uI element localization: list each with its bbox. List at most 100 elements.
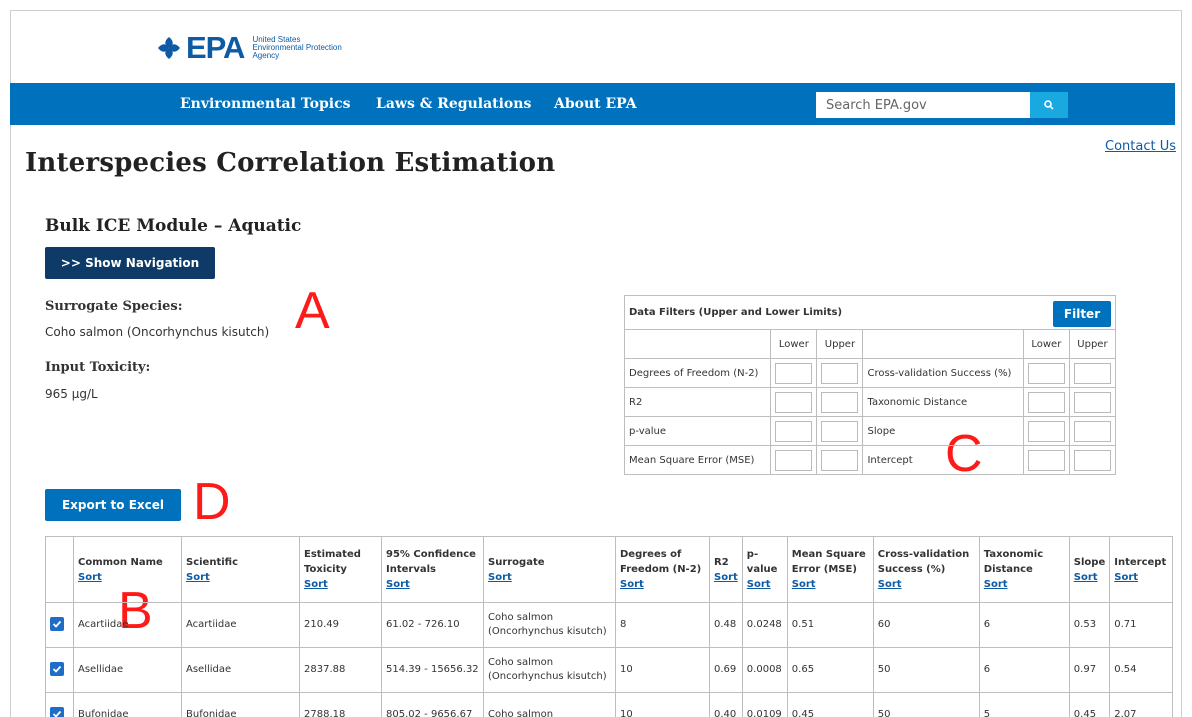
- surrogate-species-value: Coho salmon (Oncorhynchus kisutch): [45, 325, 270, 339]
- table-cell: 2.07: [1109, 692, 1173, 717]
- sort-link[interactable]: Sort: [747, 577, 783, 592]
- checkmark-icon: [52, 620, 62, 628]
- upper-header: Upper: [816, 329, 864, 359]
- taxonomic-lower-input[interactable]: [1027, 391, 1065, 413]
- table-cell: 0.45: [786, 692, 874, 717]
- table-cell: Acartiidae: [73, 602, 182, 648]
- filter-label-cv: Cross-validation Success (%): [862, 358, 1024, 388]
- table-cell: 6: [978, 602, 1070, 648]
- r2-lower-input[interactable]: [775, 391, 813, 413]
- search-button[interactable]: [1030, 92, 1068, 118]
- col-header: Mean Square Error (MSE) Sort: [786, 536, 874, 603]
- table-cell: 0.97: [1068, 647, 1111, 693]
- nav-about-epa[interactable]: About EPA: [554, 96, 637, 112]
- epa-logo[interactable]: EPA United States Environmental Protecti…: [156, 32, 342, 63]
- table-cell: 0.45: [1068, 692, 1111, 717]
- col-header: p-value Sort: [741, 536, 788, 603]
- table-cell: Coho salmon (Oncorhynchus kisutch): [483, 602, 616, 648]
- table-cell: 210.49: [299, 602, 382, 648]
- table-cell: 6: [978, 647, 1070, 693]
- row-select-cell: [45, 692, 74, 717]
- filter-button[interactable]: Filter: [1053, 301, 1111, 327]
- table-row: Asellidae Asellidae 2837.88 514.39 - 156…: [45, 647, 1173, 693]
- table-cell: 0.51: [786, 602, 874, 648]
- table-cell: 0.53: [1068, 602, 1111, 648]
- input-toxicity-label: Input Toxicity:: [45, 360, 151, 375]
- col-label: Slope: [1073, 556, 1106, 568]
- data-filters-table: Data Filters (Upper and Lower Limits) Fi…: [623, 295, 1117, 475]
- sort-link[interactable]: Sort: [488, 570, 611, 585]
- mse-upper-input[interactable]: [821, 449, 859, 471]
- filter-label-intercept: Intercept: [862, 445, 1024, 475]
- sort-link[interactable]: Sort: [792, 577, 869, 592]
- col-header: Cross-validation Success (%) Sort: [872, 536, 980, 603]
- col-label: 95% Confidence Intervals: [386, 549, 476, 575]
- nav-laws-regulations[interactable]: Laws & Regulations: [376, 96, 531, 112]
- slope-lower-input[interactable]: [1027, 420, 1065, 442]
- results-header-row: Common Name Sort Scientific Sort Estimated…: [45, 536, 1173, 603]
- sort-link[interactable]: Sort: [1114, 570, 1168, 585]
- filter-label-df: Degrees of Freedom (N-2): [623, 358, 772, 388]
- intercept-lower-input[interactable]: [1027, 449, 1065, 471]
- show-navigation-button[interactable]: >> Show Navigation: [45, 247, 215, 279]
- filters-blank-cell: [623, 329, 772, 359]
- table-cell: 0.54: [1109, 647, 1173, 693]
- sort-link[interactable]: Sort: [186, 570, 295, 585]
- col-label: Surrogate: [488, 556, 545, 568]
- cv-lower-input[interactable]: [1027, 362, 1065, 384]
- sort-link[interactable]: Sort: [620, 577, 705, 592]
- col-label: Taxonomic Distance: [983, 549, 1044, 575]
- logo-sub-line: Agency: [252, 51, 280, 60]
- table-cell: Asellidae: [73, 647, 182, 693]
- upper-header: Upper: [1068, 329, 1117, 359]
- slope-upper-input[interactable]: [1073, 420, 1111, 442]
- col-header: Taxonomic Distance Sort: [978, 536, 1070, 603]
- taxonomic-upper-input[interactable]: [1073, 391, 1111, 413]
- sort-link[interactable]: Sort: [78, 570, 177, 585]
- table-cell: 10: [615, 647, 710, 693]
- mse-lower-input[interactable]: [775, 449, 813, 471]
- table-cell: 61.02 - 726.10: [381, 602, 484, 648]
- contact-us-link[interactable]: Contact Us: [1105, 139, 1176, 154]
- col-label: Intercept: [1114, 556, 1167, 568]
- col-header: Intercept Sort: [1109, 536, 1173, 603]
- sort-link[interactable]: Sort: [304, 577, 377, 592]
- filter-label-taxonomic: Taxonomic Distance: [862, 387, 1024, 417]
- row-checkbox[interactable]: [50, 661, 64, 676]
- row-checkbox[interactable]: [50, 706, 64, 717]
- row-checkbox[interactable]: [50, 616, 64, 631]
- search-input[interactable]: Search EPA.gov: [816, 92, 1030, 118]
- cv-upper-input[interactable]: [1073, 362, 1111, 384]
- sort-link[interactable]: Sort: [386, 577, 479, 592]
- col-header: Scientific Sort: [181, 536, 300, 603]
- col-header: R2 Sort: [709, 536, 743, 603]
- col-label: Scientific: [186, 556, 239, 568]
- table-cell: 8: [615, 602, 710, 648]
- sort-link[interactable]: Sort: [714, 570, 738, 585]
- col-label: Cross-validation Success (%): [877, 549, 970, 575]
- sort-link[interactable]: Sort: [984, 577, 1065, 592]
- table-cell: 2837.88: [299, 647, 382, 693]
- col-header: Degrees of Freedom (N-2) Sort: [615, 536, 710, 603]
- pvalue-upper-input[interactable]: [821, 420, 859, 442]
- intercept-upper-input[interactable]: [1073, 449, 1111, 471]
- logo-agency-name: United States Environmental Protection A…: [252, 36, 341, 60]
- table-cell: 5: [978, 692, 1070, 717]
- col-label: Common Name: [78, 556, 163, 568]
- sort-link[interactable]: Sort: [1074, 570, 1105, 585]
- table-cell: 0.65: [786, 647, 874, 693]
- export-to-excel-button[interactable]: Export to Excel: [45, 489, 181, 521]
- table-row: Bufonidae Bufonidae 2788.18 805.02 - 965…: [45, 692, 1173, 717]
- pvalue-lower-input[interactable]: [775, 420, 813, 442]
- nav-environmental-topics[interactable]: Environmental Topics: [180, 96, 351, 112]
- table-cell: 0.69: [709, 647, 743, 693]
- epa-flower-icon: [156, 35, 182, 61]
- r2-upper-input[interactable]: [821, 391, 859, 413]
- page-title: Interspecies Correlation Estimation: [25, 148, 556, 178]
- sort-link[interactable]: Sort: [878, 577, 975, 592]
- table-cell: Bufonidae: [181, 692, 300, 717]
- df-upper-input[interactable]: [821, 362, 859, 384]
- row-select-cell: [45, 647, 74, 693]
- filter-label-mse: Mean Square Error (MSE): [623, 445, 772, 475]
- df-lower-input[interactable]: [775, 362, 813, 384]
